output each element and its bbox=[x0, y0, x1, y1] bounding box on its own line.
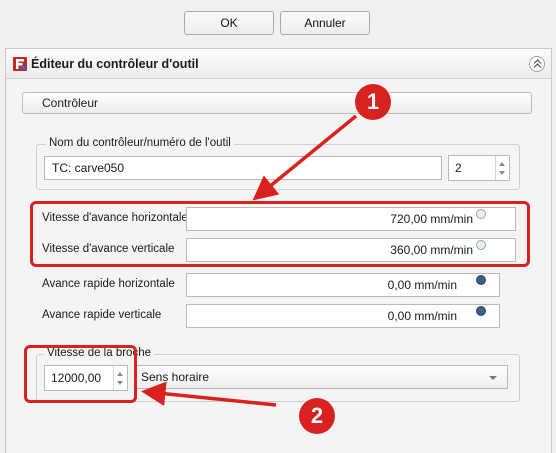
annotation-badge-1: 1 bbox=[355, 84, 391, 120]
annotation-arrows bbox=[141, 114, 358, 407]
arrow-1-line bbox=[252, 114, 358, 201]
annotation-badge-2: 2 bbox=[299, 398, 335, 434]
arrow-2-line bbox=[141, 381, 277, 407]
